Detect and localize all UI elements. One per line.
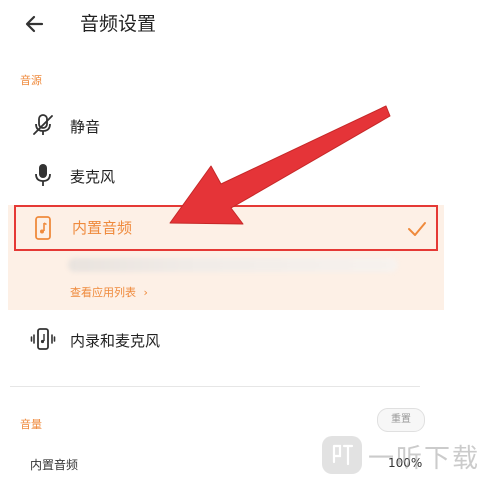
source-option-label: 麦克风 [70, 168, 116, 186]
arrow-left-icon[interactable] [22, 10, 50, 38]
mic-icon [30, 162, 56, 188]
volume-item-label: 内置音频 [30, 458, 79, 472]
chevron-right-icon: › [143, 286, 148, 299]
source-option-label: 内置音频 [72, 219, 133, 237]
phone-vibrate-icon [30, 326, 56, 352]
check-icon [406, 219, 428, 239]
reset-button[interactable]: 重置 [377, 408, 425, 432]
phone-music-icon [30, 215, 56, 241]
blurred-app-list [68, 258, 398, 272]
page-title: 音频设置 [80, 13, 157, 35]
section-label-volume: 音量 [20, 418, 42, 431]
top-app-bar: 音频设置 [0, 0, 480, 52]
source-option-microphone[interactable]: 麦克风 [0, 158, 440, 196]
watermark-text: 一听下载 [368, 444, 480, 474]
view-app-list-link[interactable]: 查看应用列表 › [70, 284, 148, 300]
source-option-label: 内录和麦克风 [70, 332, 161, 350]
source-option-internal-and-mic[interactable]: 内录和麦克风 [0, 322, 440, 360]
mic-off-icon [30, 112, 56, 138]
source-option-mute[interactable]: 静音 [0, 108, 440, 146]
section-label-source: 音源 [20, 74, 42, 87]
source-option-label: 静音 [70, 118, 101, 136]
section-divider [10, 386, 420, 387]
source-option-internal-audio[interactable]: 内置音频 [14, 205, 438, 251]
view-app-list-text: 查看应用列表 [70, 286, 136, 299]
